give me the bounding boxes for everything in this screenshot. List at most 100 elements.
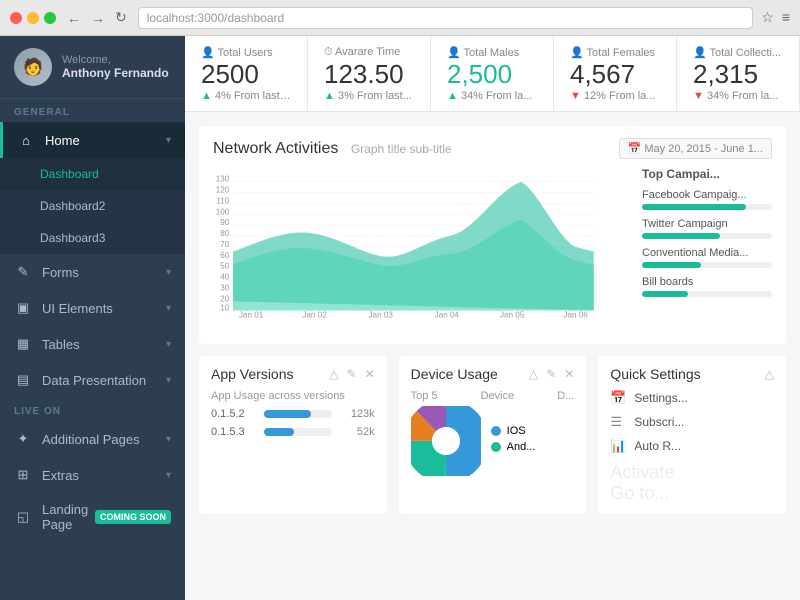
version-bar [264, 410, 311, 418]
card-header: Device Usage △ ✎ ✕ [411, 366, 575, 382]
sidebar-item-label: Dashboard3 [40, 231, 171, 245]
clock-icon: ⏱ [324, 46, 333, 58]
svg-text:Jan 04: Jan 04 [435, 311, 460, 320]
refresh-button[interactable]: ↻ [112, 9, 130, 26]
stat-value: 2,500 [447, 59, 537, 90]
additional-pages-icon: ✦ [14, 430, 32, 448]
stat-total-males: 👤 Total Males 2,500 ▲ 34% From la... [431, 36, 554, 111]
legend-dot [491, 426, 501, 436]
card-title: App Versions [211, 366, 294, 382]
campaign-item: Conventional Media... [642, 247, 772, 268]
legend-label: IOS [507, 425, 526, 437]
user-info: Welcome, Anthony Fernando [62, 54, 169, 80]
device-usage-card: Device Usage △ ✎ ✕ Top 5 Device D... [399, 356, 587, 514]
sidebar-item-dashboard3[interactable]: Dashboard3 [0, 222, 185, 254]
svg-text:120: 120 [216, 186, 230, 195]
trend-down-icon: ▼ [570, 90, 581, 102]
svg-text:Jan 03: Jan 03 [368, 311, 393, 320]
settings-list-icon: ☰ [610, 414, 626, 430]
stat-trend: ▼ 12% From la... [570, 90, 660, 102]
sidebar-item-home[interactable]: ⌂ Home ▾ [0, 122, 185, 158]
device-col-label: Device [481, 390, 515, 402]
sidebar-item-label: Forms [42, 265, 166, 280]
svg-text:110: 110 [216, 196, 229, 205]
card-actions: △ ✎ ✕ [529, 367, 574, 381]
chevron-down-icon: ▾ [166, 267, 171, 278]
chevron-down-icon: ▾ [166, 470, 171, 481]
card-subtitle: App Usage across versions [211, 390, 375, 402]
settings-label: Subscri... [634, 415, 684, 429]
address-bar[interactable] [138, 7, 754, 29]
close-button[interactable] [10, 12, 22, 24]
sidebar-item-data-presentation[interactable]: ▤ Data Presentation ▾ [0, 362, 185, 398]
campaign-bar-bg [642, 233, 772, 239]
campaign-bar [642, 233, 720, 239]
svg-text:Jan 05: Jan 05 [500, 311, 525, 320]
sidebar-item-forms[interactable]: ✎ Forms ▾ [0, 254, 185, 290]
sidebar-item-dashboard2[interactable]: Dashboard2 [0, 190, 185, 222]
sidebar-item-dashboard[interactable]: Dashboard [0, 158, 185, 190]
sidebar-item-label: Dashboard2 [40, 199, 171, 213]
close-icon[interactable]: ✕ [365, 367, 375, 381]
version-bar-bg [264, 410, 332, 418]
maximize-button[interactable] [44, 12, 56, 24]
browser-actions: ☆ ≡ [761, 9, 790, 26]
campaign-bar [642, 262, 701, 268]
svg-text:Jan 06: Jan 06 [563, 311, 588, 320]
landing-page-icon: ◱ [14, 508, 32, 526]
close-icon[interactable]: ✕ [564, 367, 574, 381]
expand-icon[interactable]: △ [329, 367, 338, 381]
main-content: 👤 Total Users 2500 ▲ 4% From last ... ⏱ … [185, 36, 800, 600]
device-legend: IOS And... [491, 425, 536, 457]
user-icon: 👤 [570, 47, 584, 59]
svg-text:20: 20 [220, 294, 230, 303]
svg-text:30: 30 [220, 284, 230, 293]
campaign-name: Facebook Campaig... [642, 189, 772, 201]
menu-icon[interactable]: ≡ [782, 9, 790, 26]
campaign-name: Bill boards [642, 276, 772, 288]
svg-text:10: 10 [220, 303, 230, 312]
chevron-down-icon: ▾ [166, 434, 171, 445]
content-area: Network Activities Graph title sub-title… [185, 112, 800, 600]
campaign-bar [642, 291, 688, 297]
legend-item: IOS [491, 425, 536, 437]
quick-settings-card: Quick Settings △ 📅 Settings... ☰ Subscri… [598, 356, 786, 514]
svg-text:40: 40 [220, 273, 230, 282]
activate-watermark: ActivateGo to... [610, 462, 774, 504]
back-button[interactable]: ← [64, 9, 84, 26]
bottom-cards: App Versions △ ✎ ✕ App Usage across vers… [199, 356, 786, 514]
minimize-button[interactable] [27, 12, 39, 24]
settings-item: ☰ Subscri... [610, 414, 774, 430]
section-title: Network Activities [213, 140, 338, 157]
card-title: Quick Settings [610, 366, 700, 382]
legend-item: And... [491, 441, 536, 453]
chevron-down-icon: ▾ [166, 303, 171, 314]
coming-soon-badge: Coming Soon [95, 510, 171, 524]
svg-text:50: 50 [220, 262, 230, 271]
bookmark-icon[interactable]: ☆ [761, 9, 774, 26]
expand-icon[interactable]: △ [765, 367, 774, 381]
trend-up-icon: ▲ [201, 90, 212, 102]
edit-icon[interactable]: ✎ [546, 367, 556, 381]
card-actions: △ ✎ ✕ [329, 367, 374, 381]
campaign-item: Facebook Campaig... [642, 189, 772, 210]
sidebar-item-extras[interactable]: ⊞ Extras ▾ [0, 457, 185, 493]
forward-button[interactable]: → [88, 9, 108, 26]
version-bar [264, 428, 294, 436]
home-icon: ⌂ [17, 131, 35, 149]
edit-icon[interactable]: ✎ [347, 367, 357, 381]
campaigns-title: Top Campai... [642, 167, 772, 181]
campaign-name: Twitter Campaign [642, 218, 772, 230]
sidebar-item-ui-elements[interactable]: ▣ UI Elements ▾ [0, 290, 185, 326]
sidebar-item-landing-page[interactable]: ◱ Landing Page Coming Soon [0, 493, 185, 541]
user-name: Anthony Fernando [62, 66, 169, 80]
user-icon: 👤 [693, 47, 707, 59]
stats-bar: 👤 Total Users 2500 ▲ 4% From last ... ⏱ … [185, 36, 800, 112]
sidebar-item-additional-pages[interactable]: ✦ Additional Pages ▾ [0, 421, 185, 457]
sidebar-item-tables[interactable]: ▦ Tables ▾ [0, 326, 185, 362]
expand-icon[interactable]: △ [529, 367, 538, 381]
general-section-label: GENERAL [0, 99, 185, 122]
svg-text:60: 60 [220, 251, 230, 260]
settings-label: Auto R... [634, 439, 681, 453]
version-label: 0.1.5.2 [211, 408, 256, 420]
